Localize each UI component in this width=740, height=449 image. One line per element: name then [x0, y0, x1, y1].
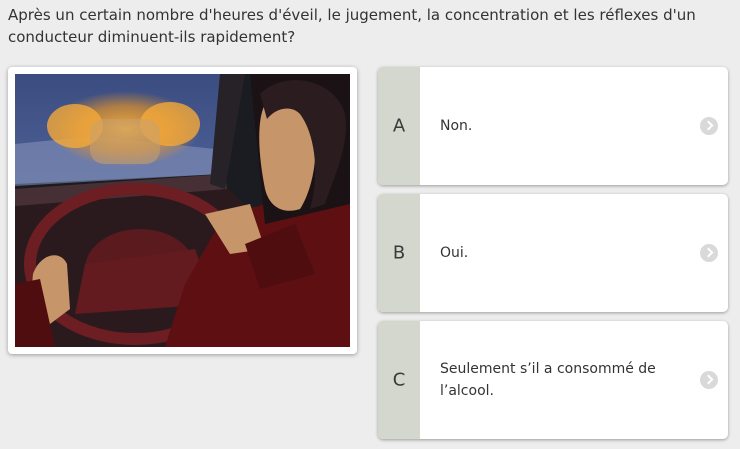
question-illustration: [8, 67, 357, 354]
answer-option-a[interactable]: A Non.: [378, 67, 728, 185]
answer-text: Seulement s’il a consommé de l’alcool.: [440, 361, 656, 399]
answer-text: Non.: [440, 118, 473, 134]
answer-option-c[interactable]: C Seulement s’il a consommé de l’alcool.: [378, 321, 728, 439]
question-text: Après un certain nombre d'heures d'éveil…: [8, 6, 696, 46]
chevron-right-icon[interactable]: [700, 117, 718, 135]
answer-letter-box: C: [378, 321, 420, 439]
answer-letter: B: [392, 242, 406, 264]
answer-letter: A: [392, 115, 406, 137]
chevron-right-icon[interactable]: [700, 244, 718, 262]
chevron-right-icon[interactable]: [700, 371, 718, 389]
answer-text: Oui.: [440, 245, 469, 261]
answer-letter-box: A: [378, 67, 420, 185]
answer-option-b[interactable]: B Oui.: [378, 194, 728, 312]
driver-night-illustration: [15, 74, 350, 347]
answer-letter-box: B: [378, 194, 420, 312]
answer-letter: C: [392, 369, 406, 391]
